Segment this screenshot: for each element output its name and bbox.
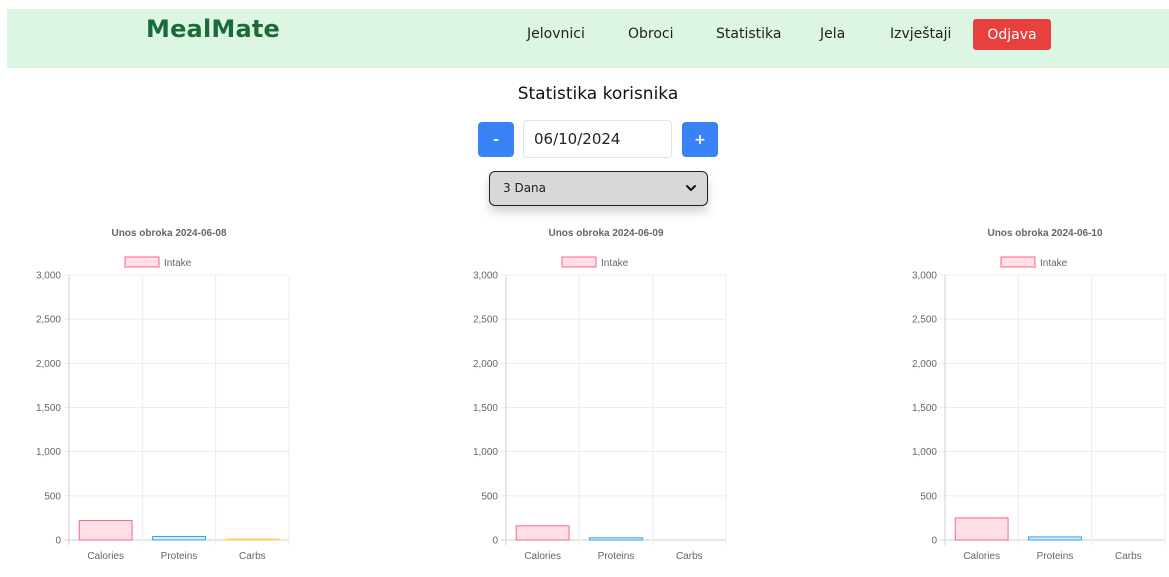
y-tick-label: 1,500 bbox=[36, 403, 61, 414]
y-tick-label: 2,000 bbox=[912, 359, 937, 370]
x-tick-label: Proteins bbox=[1037, 551, 1074, 562]
y-tick-label: 3,000 bbox=[912, 271, 937, 282]
date-input[interactable] bbox=[523, 120, 672, 158]
y-tick-label: 1,500 bbox=[912, 403, 937, 414]
nav-link-izvjestaji[interactable]: Izvještaji bbox=[890, 26, 951, 42]
bar-calories bbox=[78, 520, 133, 541]
y-tick-label: 2,500 bbox=[912, 315, 937, 326]
y-tick-label: 1,000 bbox=[912, 447, 937, 458]
y-tick-label: 0 bbox=[55, 536, 61, 547]
y-tick-label: 500 bbox=[44, 491, 61, 502]
logout-button[interactable]: Odjava bbox=[973, 19, 1051, 50]
x-tick-label: Calories bbox=[87, 551, 124, 562]
bar-chart-svg: Unos obroka 2024-06-09 Intake 0 500 1,000 1,5… bbox=[473, 228, 727, 562]
bar-carbs bbox=[225, 538, 280, 541]
x-tick-label: Carbs bbox=[676, 551, 703, 562]
y-tick-label: 2,500 bbox=[36, 315, 61, 326]
bar-calories bbox=[515, 525, 570, 541]
y-tick-label: 500 bbox=[481, 491, 498, 502]
x-tick-label: Calories bbox=[524, 551, 561, 562]
chart-title: Unos obroka 2024-06-10 bbox=[987, 228, 1102, 239]
bar-chart-svg: Unos obroka 2024-06-08 Intake 0 500 1,000 1,5… bbox=[36, 228, 290, 562]
next-date-button[interactable]: + bbox=[682, 122, 718, 157]
y-tick-label: 3,000 bbox=[473, 271, 498, 282]
nav-link-statistika[interactable]: Statistika bbox=[716, 26, 781, 42]
x-tick-label: Proteins bbox=[598, 551, 635, 562]
y-tick-label: 2,500 bbox=[473, 315, 498, 326]
y-tick-label: 3,000 bbox=[36, 271, 61, 282]
intake-chart-3: Unos obroka 2024-06-10 Intake 0 500 1,000 1,5… bbox=[905, 225, 1169, 570]
nav-link-obroci[interactable]: Obroci bbox=[628, 26, 674, 42]
previous-date-button[interactable]: - bbox=[478, 122, 514, 157]
y-tick-label: 500 bbox=[920, 491, 937, 502]
x-tick-label: Carbs bbox=[1115, 551, 1142, 562]
y-tick-label: 1,000 bbox=[473, 447, 498, 458]
chart-title: Unos obroka 2024-06-09 bbox=[548, 228, 663, 239]
y-tick-label: 1,500 bbox=[473, 403, 498, 414]
y-tick-label: 2,000 bbox=[36, 359, 61, 370]
bar-chart-svg: Unos obroka 2024-06-10 Intake 0 500 1,000 1,5… bbox=[912, 228, 1166, 562]
bar-proteins bbox=[152, 535, 206, 541]
x-tick-label: Calories bbox=[963, 551, 1000, 562]
range-select[interactable]: 3 Dana bbox=[489, 171, 708, 206]
brand-logo[interactable]: MealMate bbox=[146, 15, 280, 43]
y-tick-label: 0 bbox=[492, 536, 498, 547]
nav-link-jelovnici[interactable]: Jelovnici bbox=[527, 26, 585, 42]
legend-swatch bbox=[561, 256, 597, 268]
chevron-down-icon bbox=[686, 185, 696, 191]
top-navbar: MealMate Jelovnici Obroci Statistika Jel… bbox=[7, 9, 1169, 68]
page-title: Statistika korisnika bbox=[517, 84, 679, 104]
intake-chart-1: Unos obroka 2024-06-08 Intake 0 500 1,000 1,5… bbox=[29, 225, 319, 570]
legend-label: Intake bbox=[164, 258, 192, 269]
range-select-value: 3 Dana bbox=[503, 181, 547, 195]
legend-label: Intake bbox=[601, 258, 629, 269]
x-tick-label: Proteins bbox=[161, 551, 198, 562]
y-tick-label: 2,000 bbox=[473, 359, 498, 370]
bar-proteins bbox=[1028, 536, 1082, 541]
legend-swatch bbox=[1000, 256, 1036, 268]
legend-swatch bbox=[124, 256, 160, 268]
legend-label: Intake bbox=[1040, 258, 1068, 269]
bar-calories bbox=[954, 517, 1009, 541]
y-tick-label: 0 bbox=[931, 536, 937, 547]
chart-title: Unos obroka 2024-06-08 bbox=[111, 228, 226, 239]
intake-chart-2: Unos obroka 2024-06-09 Intake 0 500 1,000 1,5… bbox=[466, 225, 756, 570]
nav-link-jela[interactable]: Jela bbox=[820, 26, 845, 42]
x-tick-label: Carbs bbox=[239, 551, 266, 562]
y-tick-label: 1,000 bbox=[36, 447, 61, 458]
bar-proteins bbox=[589, 537, 643, 541]
